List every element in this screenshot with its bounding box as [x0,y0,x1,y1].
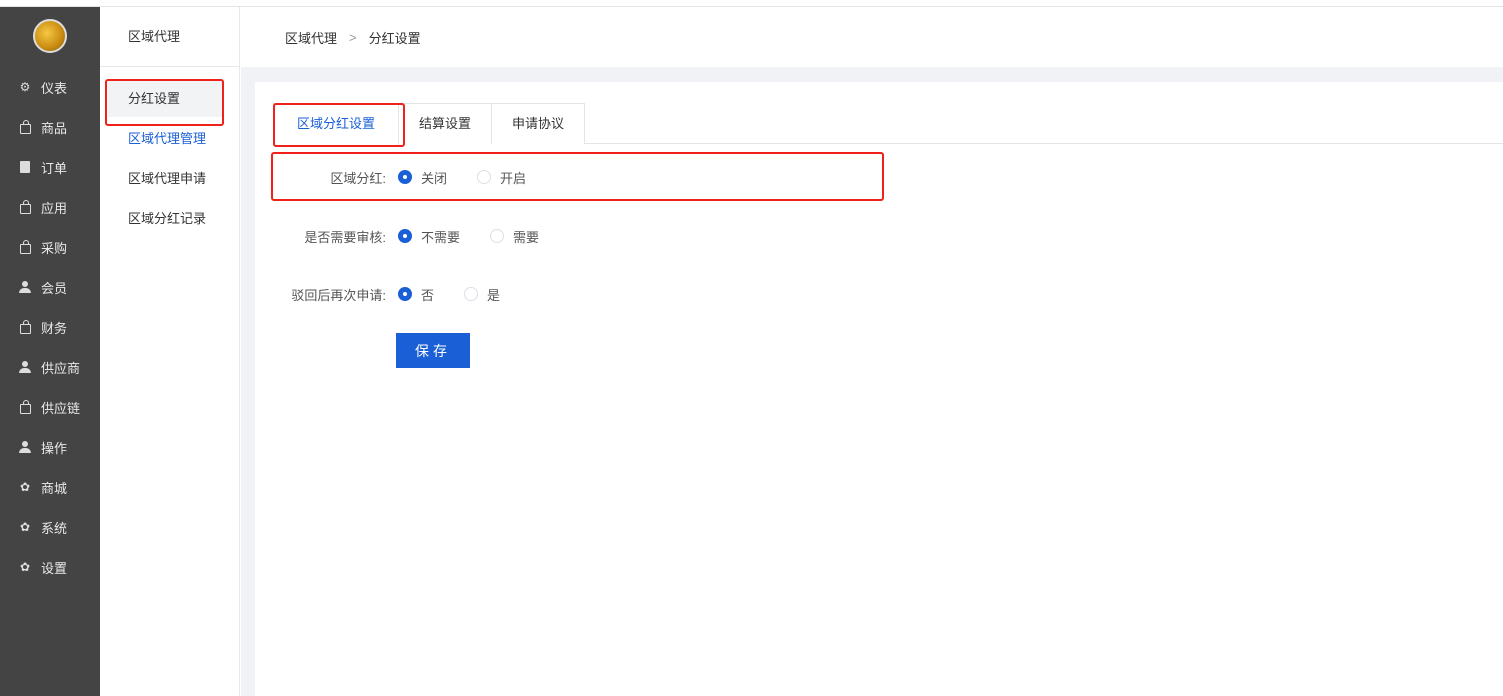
bag-icon [18,239,32,254]
main-sidebar: ⚙ 仪表商品订单应用采购会员财务供应商供应链操作 ✿ 商城 ✿ 系统 ✿ 设置 [0,7,100,696]
nav-item-4[interactable]: 采购 [0,227,100,267]
cog-icon: ✿ [19,520,31,534]
nav-item-label: 订单 [41,160,68,176]
nav-item-label: 会员 [41,280,68,296]
nav-item-9[interactable]: 操作 [0,427,100,467]
bag-icon [18,199,32,214]
secondary-sidebar: 区域代理 分红设置 区域代理管理 区域代理申请 区域分红记录 [100,7,240,696]
radio-label: 关闭 [421,170,448,186]
nav-item-6[interactable]: 财务 [0,307,100,347]
nav-item-label: 财务 [41,320,68,336]
radio-checked-icon[interactable] [398,229,412,243]
main-area: 区域代理 > 分红设置 区域分红设置 结算设置 申请协议 区域分红: 关闭 开启 是否… [241,7,1503,696]
form-label: 区域分红: [330,170,386,186]
nav-item-label: 供应商 [41,360,81,376]
clipboard-icon [18,160,32,174]
radio-label: 需要 [513,229,540,245]
radio-label: 不需要 [421,229,461,245]
breadcrumb-parent[interactable]: 区域代理 [285,28,337,47]
nav-item-label: 采购 [41,240,68,256]
nav-item-1[interactable]: 商品 [0,107,100,147]
radio-option[interactable]: 开启 [477,168,526,187]
nav-item-8[interactable]: 供应链 [0,387,100,427]
form-row: 区域分红: 关闭 开启 [255,167,556,187]
radio-option[interactable]: 是 [464,285,500,304]
person-icon [18,360,32,374]
tab-settlement[interactable]: 结算设置 [398,103,493,144]
secondary-sidebar-title: 区域代理 [100,7,239,67]
radio-option[interactable]: 关闭 [398,168,447,187]
nav-item-2[interactable]: 订单 [0,147,100,187]
chevron-right-icon: > [349,29,357,45]
radio-label: 开启 [500,170,527,186]
nav-item-label: 应用 [41,200,68,216]
tab-bar: 区域分红设置 结算设置 申请协议 [273,103,1503,145]
breadcrumb: 区域代理 > 分红设置 [241,7,1503,67]
settings-card: 区域分红设置 结算设置 申请协议 区域分红: 关闭 开启是否需要审核: 不需要 需要驳回… [255,82,1503,696]
breadcrumb-current: 分红设置 [368,30,421,46]
bag-icon [18,319,32,334]
bag-icon [18,399,32,414]
avatar[interactable] [33,19,67,53]
bag-icon [18,119,32,134]
tab-region-dividend[interactable]: 区域分红设置 [273,103,400,145]
person-icon [18,280,32,294]
radio-option[interactable]: 否 [398,285,434,304]
gear-icon: ⚙ [19,80,31,94]
nav-item-label: 系统 [41,520,68,536]
top-border [0,0,1503,7]
radio-unchecked-icon[interactable] [464,287,479,301]
radio-label: 是 [487,287,501,303]
nav-item-7[interactable]: 供应商 [0,347,100,387]
nav-item-10[interactable]: ✿ 商城 [0,467,100,507]
nav-item-label: 供应链 [41,400,81,416]
sub-item-agent-management[interactable]: 区域代理管理 [108,121,222,157]
save-button[interactable]: 保存 [396,333,470,368]
nav-item-label: 仪表 [41,80,68,96]
nav-item-0[interactable]: ⚙ 仪表 [0,67,100,107]
radio-option[interactable]: 需要 [490,227,539,246]
cog-icon: ✿ [19,560,31,574]
tab-agreement[interactable]: 申请协议 [491,103,586,144]
nav-item-12[interactable]: ✿ 设置 [0,547,100,587]
nav-item-label: 商品 [41,120,68,136]
nav-item-11[interactable]: ✿ 系统 [0,507,100,547]
radio-unchecked-icon[interactable] [477,170,492,184]
nav-item-3[interactable]: 应用 [0,187,100,227]
sub-item-agent-application[interactable]: 区域代理申请 [108,161,222,197]
radio-checked-icon[interactable] [398,170,412,184]
person-icon [18,440,32,454]
form-label: 是否需要审核: [304,229,386,245]
radio-option[interactable]: 不需要 [398,227,460,246]
sub-item-dividend-records[interactable]: 区域分红记录 [108,201,222,237]
nav-item-5[interactable]: 会员 [0,267,100,307]
form-row: 是否需要审核: 不需要 需要 [255,226,569,246]
radio-label: 否 [421,287,435,303]
form-row: 驳回后再次申请: 否 是 [255,284,530,304]
cog-icon: ✿ [19,480,31,494]
nav-item-label: 商城 [41,480,68,496]
sub-item-dividend-settings[interactable]: 分红设置 [108,81,222,117]
radio-checked-icon[interactable] [398,287,412,301]
form-label: 驳回后再次申请: [291,287,386,303]
radio-unchecked-icon[interactable] [490,229,505,243]
nav-item-label: 设置 [41,560,68,576]
nav-item-label: 操作 [41,440,68,456]
